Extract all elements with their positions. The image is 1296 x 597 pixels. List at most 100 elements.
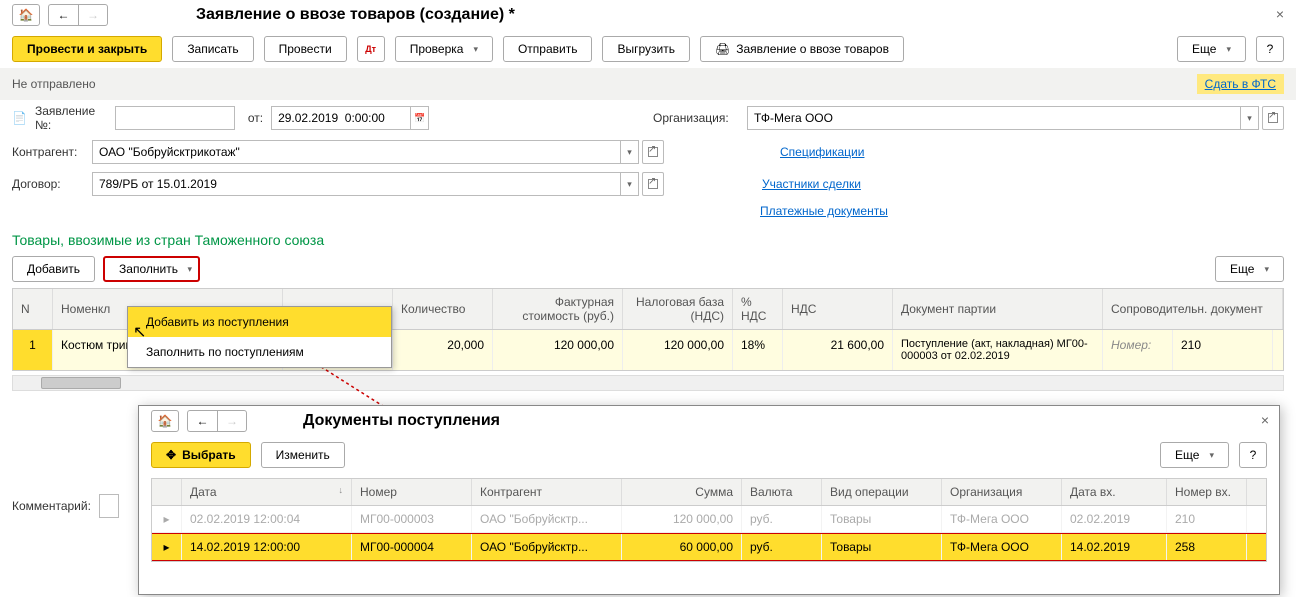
cell-doc: Поступление (акт, накладная) МГ00-000003…: [893, 330, 1103, 370]
modal-row-0[interactable]: ▸ 02.02.2019 12:00:04 МГ00-000003 ОАО "Б…: [152, 506, 1266, 533]
modal-help-button[interactable]: ?: [1239, 442, 1267, 468]
from-label: от:: [243, 111, 263, 125]
printer-icon: 🖨: [715, 42, 730, 56]
h-scrollbar[interactable]: [12, 375, 1284, 391]
dog-open-icon[interactable]: [642, 172, 664, 196]
send-button[interactable]: Отправить: [503, 36, 593, 62]
section-title: Товары, ввозимые из стран Таможенного со…: [0, 222, 1296, 254]
modal-forward-button[interactable]: →: [217, 410, 247, 432]
num-input[interactable]: [115, 106, 235, 130]
dog-select-icon[interactable]: ▾: [621, 172, 639, 196]
mcol-din[interactable]: Дата вх.: [1062, 479, 1167, 505]
col-vat[interactable]: НДС: [783, 289, 893, 329]
fill-button[interactable]: Заполнить: [103, 256, 200, 282]
forward-button[interactable]: →: [78, 4, 108, 26]
modal-toolbar: ✥Выбрать Изменить Еще ?: [139, 436, 1279, 474]
mcol-org[interactable]: Организация: [942, 479, 1062, 505]
more-button[interactable]: Еще: [1177, 36, 1246, 62]
deal-link[interactable]: Участники сделки: [762, 177, 861, 191]
add-button[interactable]: Добавить: [12, 256, 95, 282]
cell-sval: 210: [1173, 330, 1273, 370]
modal-grid: Дата↓ Номер Контрагент Сумма Валюта Вид …: [151, 478, 1267, 562]
mcol-cur[interactable]: Валюта: [742, 479, 822, 505]
dtkt-icon[interactable]: Дт: [357, 36, 385, 62]
pay-link[interactable]: Платежные документы: [760, 204, 888, 218]
table-toolbar: Добавить Заполнить Еще: [0, 254, 1296, 284]
calendar-icon[interactable]: 📅: [411, 106, 429, 130]
col-pct[interactable]: % НДС: [733, 289, 783, 329]
num-label: Заявление №:: [35, 104, 107, 132]
org-select-icon[interactable]: ▾: [1241, 106, 1259, 130]
col-n[interactable]: N: [13, 289, 53, 329]
cell-n: 1: [13, 330, 53, 370]
write-button[interactable]: Записать: [172, 36, 253, 62]
status-bar: Не отправлено Сдать в ФТС: [0, 68, 1296, 100]
comment-row: Комментарий:: [0, 488, 131, 524]
ctr-label: Контрагент:: [12, 145, 84, 159]
date-input[interactable]: [271, 106, 411, 130]
cell-qty: 20,000: [393, 330, 493, 370]
cell-vat: 21 600,00: [783, 330, 893, 370]
edit-button[interactable]: Изменить: [261, 442, 345, 468]
col-sdoc[interactable]: Сопроводительн. документ: [1103, 289, 1283, 329]
spec-link[interactable]: Спецификации: [780, 145, 864, 159]
page-title: Заявление о ввозе товаров (создание) *: [196, 6, 515, 24]
org-label: Организация:: [653, 111, 739, 125]
close-icon[interactable]: ×: [1276, 6, 1284, 22]
ctr-select-icon[interactable]: ▾: [621, 140, 639, 164]
form-row-3: Договор: ▾ Участники сделки: [0, 168, 1296, 200]
print-button[interactable]: 🖨Заявление о ввозе товаров: [700, 36, 904, 62]
modal-grid-header: Дата↓ Номер Контрагент Сумма Валюта Вид …: [152, 479, 1266, 506]
modal-row-1[interactable]: ▸ 14.02.2019 12:00:00 МГ00-000004 ОАО "Б…: [152, 533, 1266, 561]
doc-posted-icon: ▸: [152, 534, 182, 560]
cell-snum: Номер:: [1103, 330, 1173, 370]
fts-link[interactable]: Сдать в ФТС: [1197, 74, 1284, 94]
help-button[interactable]: ?: [1256, 36, 1284, 62]
comment-label: Комментарий:: [12, 499, 91, 513]
cell-fv: 120 000,00: [493, 330, 623, 370]
doc-posted-icon: ▸: [152, 506, 182, 532]
org-open-icon[interactable]: [1262, 106, 1284, 130]
cell-nb: 120 000,00: [623, 330, 733, 370]
org-input[interactable]: [747, 106, 1241, 130]
col-doc[interactable]: Документ партии: [893, 289, 1103, 329]
back-button[interactable]: ←: [48, 4, 78, 26]
comment-input[interactable]: [99, 494, 119, 518]
post-close-button[interactable]: Провести и закрыть: [12, 36, 162, 62]
ctr-input[interactable]: [92, 140, 621, 164]
modal-back-button[interactable]: ←: [187, 410, 217, 432]
col-fv[interactable]: Фактурная стоимость (руб.): [493, 289, 623, 329]
modal-more-button[interactable]: Еще: [1160, 442, 1229, 468]
menu-add-from-receipt[interactable]: Добавить из поступления: [128, 307, 391, 337]
mcol-num[interactable]: Номер: [352, 479, 472, 505]
modal-topbar: 🏠 ← → Документы поступления ×: [139, 406, 1279, 436]
col-nb[interactable]: Налоговая база (НДС): [623, 289, 733, 329]
doc-icon: 📄: [12, 111, 27, 125]
table-more-button[interactable]: Еще: [1215, 256, 1284, 282]
receipts-modal: 🏠 ← → Документы поступления × ✥Выбрать И…: [138, 405, 1280, 595]
dog-input[interactable]: [92, 172, 621, 196]
menu-fill-by-receipts[interactable]: Заполнить по поступлениям: [128, 337, 391, 367]
form-row-1: 📄 Заявление №: от: 📅 Организация: ▾: [0, 100, 1296, 136]
select-button[interactable]: ✥Выбрать: [151, 442, 251, 468]
check-button[interactable]: Проверка: [395, 36, 493, 62]
cursor-icon: ↖: [133, 322, 146, 342]
nav-group: ← →: [48, 4, 108, 26]
main-toolbar: Провести и закрыть Записать Провести Дт …: [0, 30, 1296, 68]
ctr-open-icon[interactable]: [642, 140, 664, 164]
modal-close-icon[interactable]: ×: [1261, 412, 1269, 428]
home-button[interactable]: 🏠: [12, 4, 40, 26]
dog-label: Договор:: [12, 177, 84, 191]
mcol-sum[interactable]: Сумма: [622, 479, 742, 505]
links-col: Спецификации: [780, 145, 864, 159]
post-button[interactable]: Провести: [264, 36, 347, 62]
mcol-op[interactable]: Вид операции: [822, 479, 942, 505]
mcol-date[interactable]: Дата↓: [182, 479, 352, 505]
mcol-ctr[interactable]: Контрагент: [472, 479, 622, 505]
col-qty[interactable]: Количество: [393, 289, 493, 329]
mcol-nin[interactable]: Номер вх.: [1167, 479, 1247, 505]
modal-home-button[interactable]: 🏠: [151, 410, 179, 432]
fill-menu: Добавить из поступления Заполнить по пос…: [127, 306, 392, 368]
export-button[interactable]: Выгрузить: [602, 36, 690, 62]
modal-title: Документы поступления: [303, 412, 500, 430]
